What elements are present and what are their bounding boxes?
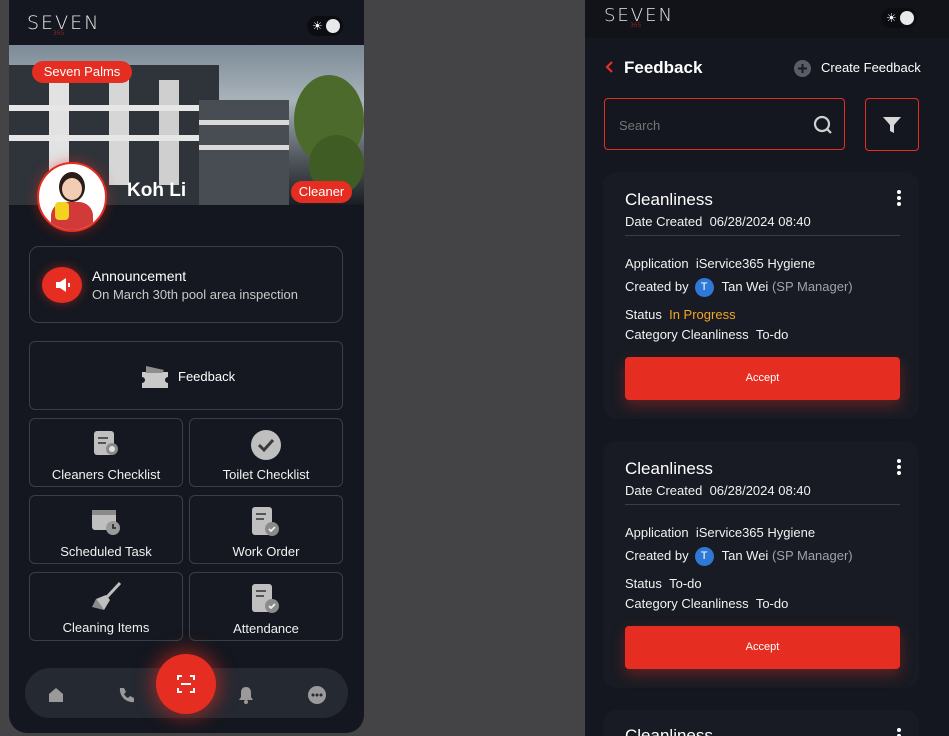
tile-cleaners-checklist[interactable]: Cleaners Checklist <box>29 418 183 487</box>
user-name: Koh Li <box>127 180 187 201</box>
announcement-text: On March 30th pool area inspection <box>92 287 298 302</box>
tile-label: Work Order <box>232 544 300 559</box>
filter-button[interactable] <box>865 98 919 151</box>
more-vertical-icon[interactable] <box>897 190 901 208</box>
search-box[interactable] <box>604 98 845 150</box>
tile-label: Cleaners Checklist <box>51 467 161 482</box>
tile-label: Scheduled Task <box>60 544 152 559</box>
document-check-icon <box>250 583 282 620</box>
status-row: Status In Progress <box>625 307 736 322</box>
sun-icon: ☀ <box>886 11 897 25</box>
checklist-search-icon <box>92 429 122 464</box>
application-row: Application iService365 Hygiene <box>625 256 816 271</box>
phone-icon[interactable] <box>117 686 135 709</box>
feedback-card[interactable]: Cleanliness Date Created 06/28/2024 08:4… <box>603 441 919 688</box>
divider <box>625 504 900 505</box>
scan-button[interactable] <box>156 654 216 714</box>
home-screen: SEVEN 365 ☀ Seven Palms Koh Li Cleaner A… <box>9 0 364 733</box>
search-input[interactable] <box>617 113 801 137</box>
announcement-card[interactable]: Announcement On March 30th pool area ins… <box>29 246 343 323</box>
tile-work-order[interactable]: Work Order <box>189 495 343 564</box>
card-title: Cleanliness <box>625 459 713 478</box>
tile-scheduled-task[interactable]: Scheduled Task <box>29 495 183 564</box>
card-title: Cleanliness <box>625 726 713 736</box>
ticket-icon <box>140 362 172 395</box>
feedback-card[interactable]: Cleanliness <box>603 710 919 736</box>
avatar[interactable] <box>37 162 107 232</box>
more-vertical-icon[interactable] <box>897 728 901 736</box>
role-badge: Cleaner <box>291 181 352 203</box>
search-icon[interactable] <box>813 115 833 140</box>
scan-icon <box>176 674 196 699</box>
page-title: Feedback <box>624 58 703 77</box>
feedback-card[interactable]: Cleanliness Date Created 06/28/2024 08:4… <box>603 172 919 419</box>
create-feedback-label: Create Feedback <box>821 60 921 75</box>
back-chevron-icon[interactable] <box>604 60 614 79</box>
tile-label: Attendance <box>233 621 299 636</box>
date-created: Date Created 06/28/2024 08:40 <box>625 214 811 229</box>
tile-label: Toilet Checklist <box>222 467 310 482</box>
tile-label: Cleaning Items <box>62 620 150 635</box>
more-vertical-icon[interactable] <box>897 459 901 477</box>
tile-attendance[interactable]: Attendance <box>189 572 343 641</box>
plus-icon <box>794 60 811 77</box>
theme-toggle[interactable]: ☀ <box>307 16 343 36</box>
tile-feedback[interactable]: Feedback <box>29 341 343 410</box>
status-badge: To-do <box>669 576 702 591</box>
broom-icon <box>90 581 124 618</box>
status-badge: In Progress <box>669 307 736 322</box>
announcement-title: Announcement <box>92 268 187 284</box>
more-icon[interactable] <box>307 685 327 710</box>
calendar-clock-icon <box>90 506 122 541</box>
creator-avatar: T <box>694 547 714 566</box>
date-created: Date Created 06/28/2024 08:40 <box>625 483 811 498</box>
creator-avatar: T <box>694 278 714 297</box>
tile-label: Feedback <box>178 369 236 384</box>
feedback-screen: SEVEN 365 ☀ Feedback Create Feedback Cle… <box>585 0 949 736</box>
status-row: Status To-do <box>625 576 702 591</box>
tile-toilet-checklist[interactable]: Toilet Checklist <box>189 418 343 487</box>
tile-cleaning-items[interactable]: Cleaning Items <box>29 572 183 641</box>
app-logo: SEVEN 365 <box>27 12 101 37</box>
divider <box>625 235 900 236</box>
location-badge[interactable]: Seven Palms <box>32 61 132 83</box>
created-by-row: Created by T Tan Wei (SP Manager) <box>625 547 853 566</box>
category-row: Category Cleanliness To-do <box>625 327 789 342</box>
sun-icon: ☀ <box>312 19 323 33</box>
app-logo: SEVEN 365 <box>604 5 674 29</box>
accept-button[interactable]: Accept <box>625 626 900 669</box>
document-check-icon <box>250 506 282 543</box>
filter-icon <box>883 117 901 138</box>
theme-toggle[interactable]: ☀ <box>881 8 917 28</box>
card-title: Cleanliness <box>625 190 713 209</box>
category-row: Category Cleanliness To-do <box>625 596 789 611</box>
megaphone-icon <box>42 267 82 303</box>
created-by-row: Created by T Tan Wei (SP Manager) <box>625 278 853 297</box>
bell-icon[interactable] <box>237 686 255 709</box>
accept-button[interactable]: Accept <box>625 357 900 400</box>
check-circle-icon <box>250 429 282 466</box>
home-icon[interactable] <box>47 686 65 709</box>
application-row: Application iService365 Hygiene <box>625 525 816 540</box>
